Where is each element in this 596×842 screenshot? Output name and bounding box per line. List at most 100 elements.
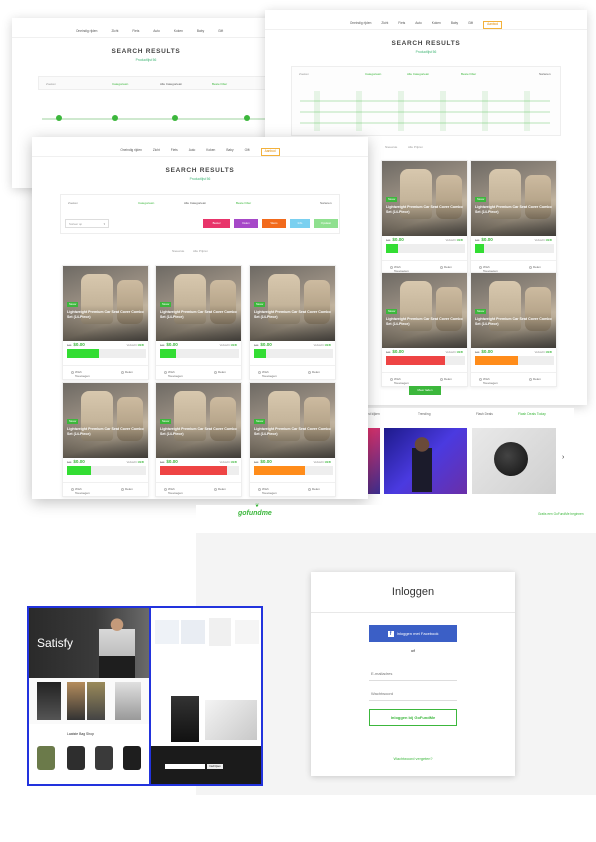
filter-all-categories[interactable]: Alle Categorieën (181, 200, 209, 206)
facebook-login-button[interactable]: f Inloggen met Facebook (369, 625, 457, 642)
wishlist-button[interactable]: Wish Toevoegen (390, 265, 409, 273)
product-thumb[interactable] (181, 620, 205, 644)
nav-item[interactable]: Oneindig rijden (76, 29, 97, 37)
product-card[interactable]: Nieuw Lightweight Premium Car Seat Cover … (155, 265, 242, 380)
product-title[interactable]: Lightweight Premium Car Seat Cover Combo… (386, 317, 464, 327)
filter-categories[interactable]: Categorieën (109, 81, 131, 87)
look-photo[interactable] (171, 696, 199, 742)
product-title[interactable]: Lightweight Premium Car Seat Cover Combo… (67, 427, 145, 437)
tab-newest[interactable]: Nieuwste (385, 145, 397, 149)
share-button[interactable]: Delen (529, 377, 541, 381)
sort-select[interactable]: Sorteer op ▾ (65, 219, 109, 228)
product-image[interactable]: Nieuw Lightweight Premium Car Seat Cover … (382, 161, 467, 236)
product-image[interactable]: Nieuw Lightweight Premium Car Seat Cover … (471, 273, 556, 348)
wishlist-button[interactable]: Wish Toevoegen (258, 487, 277, 495)
filter-categories[interactable]: Categorieën (362, 71, 384, 77)
product-title[interactable]: Lightweight Premium Car Seat Cover Combo… (386, 205, 464, 215)
share-button[interactable]: Delen (440, 265, 452, 269)
tab-all-prices[interactable]: Alle Prijzen (193, 249, 208, 253)
product-title[interactable]: Lightweight Premium Car Seat Cover Combo… (475, 317, 553, 327)
wishlist-button[interactable]: Wish Toevoegen (71, 487, 90, 495)
share-button[interactable]: Delen (121, 487, 133, 491)
nav-item[interactable]: Auto (153, 29, 160, 37)
product-card[interactable]: Nieuw Lightweight Premium Car Seat Cover … (470, 272, 557, 387)
product-title[interactable]: Lightweight Premium Car Seat Cover Combo… (160, 427, 238, 437)
collage-photo[interactable] (115, 682, 141, 720)
nav-item[interactable]: Auto (415, 21, 422, 29)
product-title[interactable]: Lightweight Premium Car Seat Cover Combo… (160, 310, 238, 320)
newsletter-input[interactable] (165, 764, 205, 769)
product-image[interactable]: Nieuw Lightweight Premium Car Seat Cover … (382, 273, 467, 348)
look-photo[interactable] (205, 700, 257, 740)
sort-label[interactable]: Sorteren (317, 200, 335, 206)
product-image[interactable]: Nieuw Lightweight Premium Car Seat Cover … (156, 266, 241, 341)
nav-item[interactable]: Oneindig rijden (350, 21, 371, 29)
product-image[interactable]: Nieuw Lightweight Premium Car Seat Cover … (250, 266, 335, 341)
nav-item[interactable]: Baby (226, 148, 233, 156)
product-card[interactable]: Nieuw Lightweight Premium Car Seat Cover … (62, 265, 149, 380)
search-input[interactable]: Zoeken (65, 200, 81, 206)
share-button[interactable]: Delen (308, 370, 320, 374)
start-campaign-link[interactable]: Gratis een GoFundMe beginnen (538, 512, 584, 516)
password-field[interactable] (369, 686, 457, 701)
share-button[interactable]: Delen (529, 265, 541, 269)
product-image[interactable]: Nieuw Lightweight Premium Car Seat Cover … (63, 383, 148, 458)
product-card[interactable]: Nieuw Lightweight Premium Car Seat Cover … (381, 160, 468, 275)
product-card[interactable]: Nieuw Lightweight Premium Car Seat Cover … (249, 265, 336, 380)
nav-item[interactable]: Gift (218, 29, 223, 37)
product-card[interactable]: Nieuw Lightweight Premium Car Seat Cover … (62, 382, 149, 497)
bag-thumb[interactable] (37, 746, 55, 770)
nav-item[interactable]: Fiets (171, 148, 178, 156)
sort-label[interactable]: Sorteren (536, 71, 554, 77)
load-more-button[interactable]: Meer laden (409, 386, 441, 395)
product-card[interactable]: Nieuw Lightweight Premium Car Seat Cover … (381, 272, 468, 387)
search-input[interactable]: Zoeken (43, 81, 59, 87)
email-field[interactable] (369, 666, 457, 681)
gofundme-login-button[interactable]: Inloggen bij GoFundMe (369, 709, 457, 726)
nav-item[interactable]: Zicht (111, 29, 118, 37)
wishlist-button[interactable]: Wish Toevoegen (164, 370, 183, 378)
nav-item[interactable]: Baby (451, 21, 458, 29)
search-input[interactable]: Zoeken (296, 71, 312, 77)
product-card[interactable]: Nieuw Lightweight Premium Car Seat Cover … (249, 382, 336, 497)
action-button-save[interactable]: Opslaan (314, 219, 338, 228)
filter-best[interactable]: Beste Filter (233, 200, 254, 206)
product-title[interactable]: Lightweight Premium Car Seat Cover Combo… (254, 310, 332, 320)
product-image[interactable]: Nieuw Lightweight Premium Car Seat Cover … (63, 266, 148, 341)
flash-deals-link[interactable]: Flash Deals Today (518, 412, 546, 416)
action-button-wish[interactable]: Wens (262, 219, 286, 228)
product-title[interactable]: Lightweight Premium Car Seat Cover Combo… (67, 310, 145, 320)
gofundme-logo[interactable]: gofundme (238, 510, 272, 517)
nav-item[interactable]: Baby (197, 29, 204, 37)
product-image[interactable]: Nieuw Lightweight Premium Car Seat Cover … (250, 383, 335, 458)
product-card[interactable]: Nieuw Lightweight Premium Car Seat Cover … (155, 382, 242, 497)
tab-all-prices[interactable]: Alle Prijzen (408, 145, 423, 149)
product-image[interactable]: Nieuw Lightweight Premium Car Seat Cover … (471, 161, 556, 236)
collage-photo[interactable] (37, 682, 61, 720)
nav-item[interactable]: Koken (206, 148, 215, 156)
chevron-right-icon[interactable]: › (562, 454, 564, 461)
share-button[interactable]: Delen (214, 370, 226, 374)
wishlist-button[interactable]: Wish Toevoegen (164, 487, 183, 495)
nav-item[interactable]: Fiets (398, 21, 405, 29)
product-title[interactable]: Lightweight Premium Car Seat Cover Combo… (254, 427, 332, 437)
bag-thumb[interactable] (67, 746, 85, 770)
subscribe-button[interactable]: Inschrijven (207, 764, 223, 769)
bag-thumb[interactable] (95, 746, 113, 770)
share-button[interactable]: Delen (214, 487, 226, 491)
nav-item[interactable]: Koken (432, 21, 441, 29)
nav-item[interactable]: Zicht (153, 148, 160, 156)
filter-best[interactable]: Beste Filter (209, 81, 230, 87)
nav-item-highlight[interactable]: Aanbod (260, 148, 280, 156)
action-button-info[interactable]: Info (290, 219, 310, 228)
filter-all-categories[interactable]: Alle Categorieën (157, 81, 185, 87)
filter-categories[interactable]: Categorieën (135, 200, 157, 206)
bag-thumb[interactable] (123, 746, 141, 770)
nav-item[interactable]: Auto (189, 148, 196, 156)
tab-newest[interactable]: Nieuwste (172, 249, 184, 253)
wishlist-button[interactable]: Wish Toevoegen (390, 377, 409, 385)
product-title[interactable]: Lightweight Premium Car Seat Cover Combo… (475, 205, 553, 215)
nav-item[interactable]: Oneindig rijden (120, 148, 141, 156)
nav-item[interactable]: Gift (468, 21, 473, 29)
collage-photo[interactable] (87, 682, 105, 720)
